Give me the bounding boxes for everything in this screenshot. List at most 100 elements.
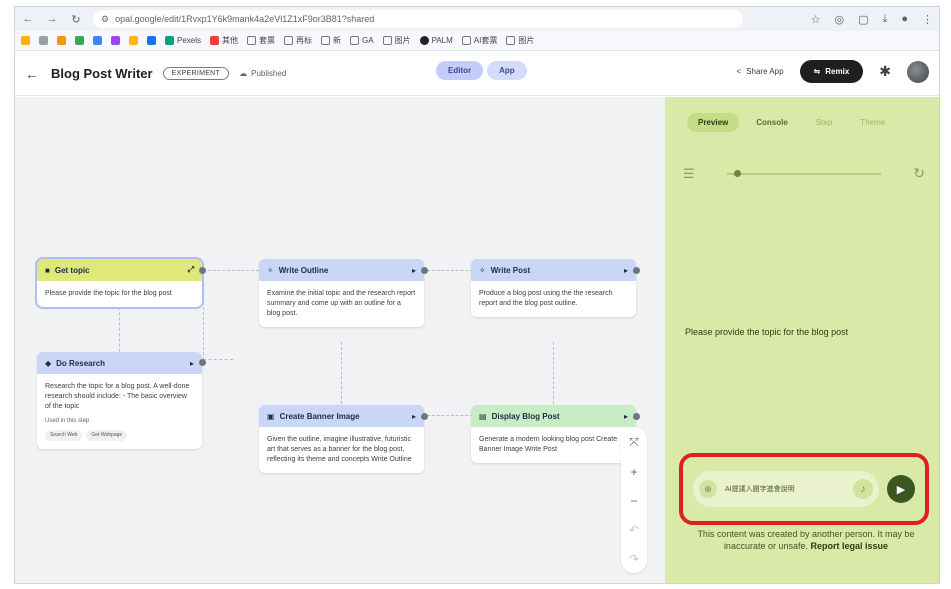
avatar[interactable] [907, 60, 929, 83]
bookmark-folder-3[interactable]: 再标 [284, 35, 312, 46]
send-button[interactable]: ▶ [887, 475, 915, 503]
tab-step[interactable]: Step [805, 113, 843, 132]
remix-icon: ⇋ [813, 67, 821, 76]
folder-icon [247, 36, 257, 45]
chat-input-placeholder: AI提議入題字進會說明 [725, 486, 795, 493]
undo-icon[interactable]: ↶ [629, 523, 639, 537]
node-do-research[interactable]: ◆ Do Research ▸ Research the topic for a… [37, 352, 202, 450]
output-port[interactable] [421, 413, 428, 420]
bookmark-icon-6[interactable] [147, 36, 156, 45]
cloud-icon: ☁ [239, 69, 248, 78]
bookmark-folder-6[interactable]: 图片 [382, 35, 411, 46]
tab-preview[interactable]: Preview [687, 113, 740, 132]
tab-console[interactable]: Console [745, 113, 799, 132]
mic-icon[interactable]: ♪ [853, 479, 873, 499]
published-status: ☁ Published [239, 69, 287, 78]
node-menu-icon[interactable]: ▸ [412, 266, 416, 275]
bookmark-icon-5[interactable] [129, 36, 138, 45]
settings-gear-icon[interactable]: ✱ [879, 63, 891, 80]
browser-toolbar: ← → ↻ ⚙ opal.google/edit/1Rvxp1Y6k9mank4… [15, 7, 939, 31]
bookmark-pexels[interactable]: Pexels [165, 36, 201, 45]
output-port[interactable] [633, 267, 640, 274]
tab-app[interactable]: App [487, 61, 527, 80]
node-get-topic[interactable]: ■ Get topic ⤢ Please provide the topic f… [35, 256, 204, 310]
tool-chip-get-webpage[interactable]: Get Webpage [86, 430, 128, 442]
zoom-out-icon[interactable]: − [630, 494, 637, 508]
canvas-zoom-controls: ⤧ + − ↶ ↷ [621, 427, 647, 573]
node-description: Please provide the topic for the blog po… [45, 290, 172, 297]
node-title: Do Research [56, 358, 106, 368]
bookmark-folder-4[interactable]: 新 [321, 35, 341, 46]
share-icon: < [736, 67, 742, 76]
tab-theme[interactable]: Theme [849, 113, 896, 132]
output-port[interactable] [199, 359, 206, 366]
fit-view-icon[interactable]: ⤧ [629, 435, 639, 450]
back-nav-icon[interactable]: ← [21, 13, 35, 25]
browser-window: ← → ↻ ⚙ opal.google/edit/1Rvxp1Y6k9mank4… [14, 6, 940, 584]
bookmark-folder-8[interactable]: 图片 [506, 35, 534, 46]
restart-icon[interactable]: ↻ [913, 165, 925, 182]
attach-icon[interactable]: ⊕ [699, 480, 717, 498]
list-icon[interactable]: ☰ [683, 166, 695, 182]
node-create-banner-image[interactable]: ▣ Create Banner Image ▸ Given the outlin… [259, 405, 424, 474]
tab-editor[interactable]: Editor [436, 61, 484, 80]
grid-bookmark[interactable] [39, 36, 48, 45]
bookmark-folder-7[interactable]: AI套票 [461, 35, 497, 46]
expand-icon[interactable]: ⤢ [188, 265, 194, 275]
output-port[interactable] [421, 267, 428, 274]
node-write-post[interactable]: ✧ Write Post ▸ Produce a blog post using… [471, 259, 636, 318]
forward-nav-icon[interactable]: → [45, 13, 59, 25]
share-app-button[interactable]: < Share App [737, 67, 784, 76]
research-icon: ◆ [45, 358, 52, 368]
report-issue-link[interactable]: Report legal issue [811, 541, 889, 551]
bookmark-folder-2[interactable]: 套票 [247, 35, 275, 46]
flow-canvas[interactable]: ■ Get topic ⤢ Please provide the topic f… [15, 97, 665, 583]
node-display-blog-post[interactable]: ▤ Display Blog Post ▸ Generate a modern … [471, 405, 636, 464]
back-arrow-icon[interactable]: ← [25, 66, 39, 82]
extensions-icon[interactable]: ◎ [834, 13, 844, 26]
image-icon: ▣ [267, 411, 275, 421]
tool-chip-search-web[interactable]: Search Web [45, 430, 83, 442]
chat-input[interactable]: ⊕ AI提議入題字進會說明 ♪ [693, 471, 879, 507]
node-menu-icon[interactable]: ▸ [624, 266, 628, 275]
palm-icon [419, 36, 429, 45]
bookmark-folder-5[interactable]: GA [350, 36, 374, 45]
output-port[interactable] [633, 413, 640, 420]
bookmark-icon-1[interactable] [57, 36, 66, 45]
bookmark-icon-2[interactable] [75, 36, 84, 45]
profile-icon[interactable]: ● [901, 13, 908, 26]
node-menu-icon[interactable]: ▸ [624, 412, 628, 421]
folder-icon [321, 36, 331, 45]
node-title: Display Blog Post [491, 411, 560, 421]
preview-panel: Preview Console Step Theme ☰ ↻ Please pr… [665, 97, 939, 583]
star-icon[interactable]: ☆ [811, 13, 821, 26]
remix-button[interactable]: ⇋ Remix [799, 60, 864, 83]
folder-icon [506, 36, 516, 45]
reload-icon[interactable]: ↻ [69, 13, 83, 26]
connector-outline-post [427, 270, 473, 271]
output-port[interactable] [199, 267, 206, 274]
node-menu-icon[interactable]: ▸ [190, 359, 194, 368]
redo-icon[interactable]: ↷ [629, 552, 639, 566]
site-info-icon[interactable]: ⚙ [101, 14, 109, 25]
node-description: Generate a modern looking blog post Crea… [479, 436, 618, 454]
folder-icon [284, 36, 294, 45]
bookmark-icon-4[interactable] [111, 36, 120, 45]
node-menu-icon[interactable]: ▸ [412, 412, 416, 421]
zoom-in-icon[interactable]: + [630, 465, 637, 479]
progress-knob [734, 169, 742, 177]
download-icon[interactable]: ⤓ [882, 13, 887, 26]
bookmark-palm[interactable]: PALM [419, 36, 453, 45]
connector-research-outline [203, 272, 233, 360]
address-bar[interactable]: ⚙ opal.google/edit/1Rvxp1Y6k9mank4a2eVl1… [93, 10, 743, 28]
bookmark-folder-1[interactable]: 其他 [210, 35, 238, 46]
node-description: Examine the initial topic and the resear… [267, 290, 416, 318]
sidepanel-icon[interactable]: ▢ [858, 13, 868, 26]
bookmark-icon-3[interactable] [93, 36, 102, 45]
node-write-outline[interactable]: ✧ Write Outline ▸ Examine the initial to… [259, 259, 424, 328]
menu-icon[interactable]: ⋮ [922, 13, 933, 26]
node-description: Research the topic for a blog post. A we… [45, 383, 190, 411]
connector-topic-research [119, 307, 120, 357]
node-title: Create Banner Image [279, 411, 360, 421]
apps-bookmark[interactable] [21, 36, 30, 45]
